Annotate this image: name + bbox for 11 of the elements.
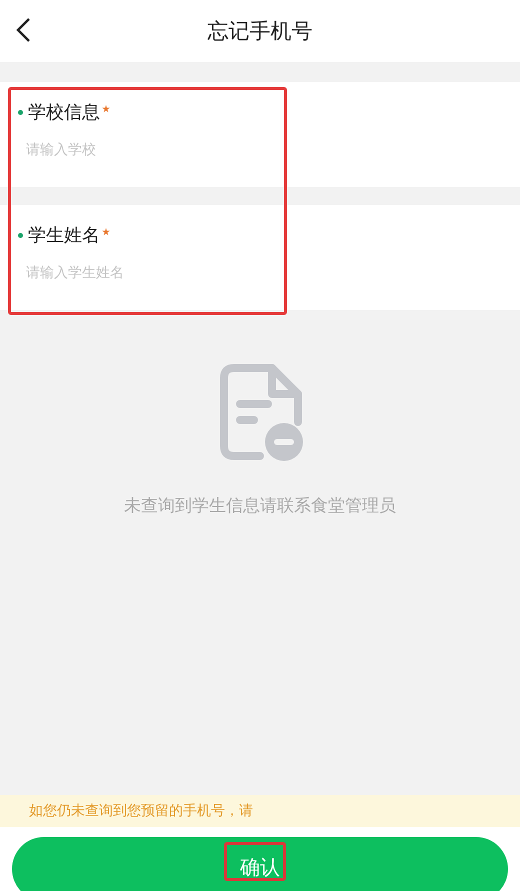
notice-banner: 如您仍未查询到您预留的手机号，请 bbox=[0, 795, 520, 827]
field-label: 学校信息 bbox=[28, 101, 100, 124]
document-minus-icon bbox=[220, 364, 304, 462]
page-title: 忘记手机号 bbox=[208, 18, 312, 45]
input-field[interactable]: 请输入学校 bbox=[26, 140, 266, 160]
empty-message: 未查询到学生信息请联系食堂管理员 bbox=[124, 495, 396, 517]
bullet-icon bbox=[18, 110, 23, 114]
field-label: 学生姓名 bbox=[28, 224, 100, 247]
confirm-button[interactable]: 确认 bbox=[12, 837, 508, 891]
input-field[interactable]: 请输入学生姓名 bbox=[26, 263, 266, 283]
bullet-icon bbox=[18, 232, 23, 238]
